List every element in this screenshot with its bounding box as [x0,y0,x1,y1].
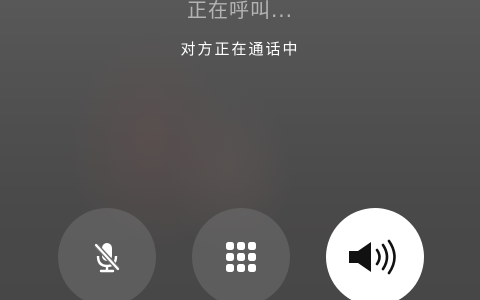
mute-button[interactable] [58,208,156,300]
speaker-icon [347,237,403,277]
keypad-icon [221,237,261,277]
keypad-button[interactable] [192,208,290,300]
call-subtitle: 对方正在通话中 [180,40,300,58]
call-screen: 正在呼叫... 对方正在通话中 [0,0,480,300]
speaker-button[interactable] [326,208,424,300]
microphone-off-icon [87,237,127,277]
call-status-text: 正在呼叫... [186,0,294,22]
